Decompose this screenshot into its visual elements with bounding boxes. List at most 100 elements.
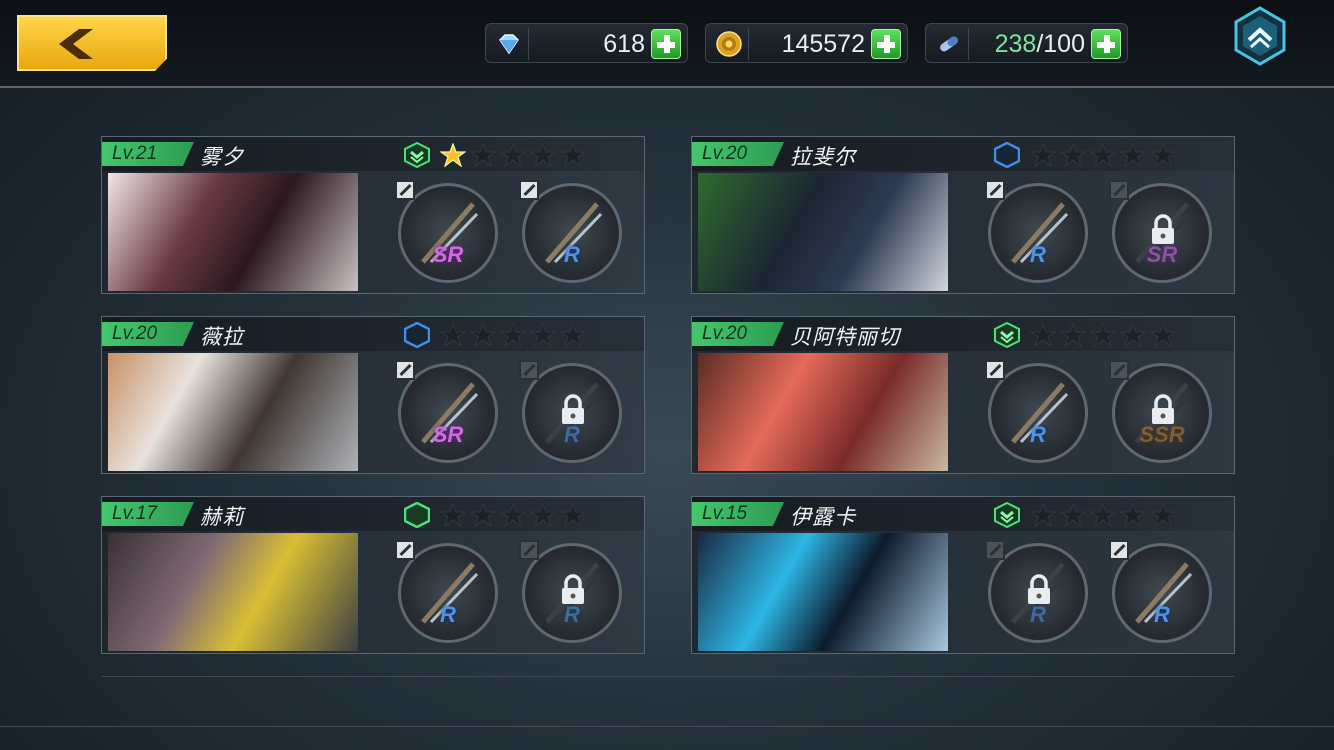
rank-icon — [994, 142, 1020, 168]
back-button[interactable] — [17, 15, 167, 71]
weapon-slot[interactable]: R — [519, 360, 622, 463]
star-icon — [1030, 323, 1056, 347]
star-icon — [530, 323, 556, 347]
character-portrait — [698, 173, 948, 291]
weapon-slot[interactable]: R — [519, 180, 622, 283]
rarity-label: R — [564, 422, 580, 447]
weapon-slot[interactable]: SR — [1109, 180, 1212, 283]
rarity-label: R — [564, 602, 580, 627]
collapse-up-icon[interactable] — [1230, 6, 1290, 66]
rank-icon — [994, 502, 1020, 528]
rarity-label: R — [564, 242, 580, 267]
star-icon — [440, 143, 466, 167]
star-rating — [440, 323, 586, 347]
weapon-slot[interactable]: SR — [395, 180, 498, 283]
rank-icon — [404, 322, 430, 348]
character-name: 薇拉 — [200, 326, 244, 349]
star-icon — [1120, 143, 1146, 167]
character-card[interactable]: Lv.17 赫莉 R R — [101, 496, 645, 654]
weapon-slot[interactable]: SR — [395, 360, 498, 463]
diamond-count: 618 — [603, 30, 645, 58]
character-card[interactable]: Lv.20 薇拉 SR R — [101, 316, 645, 474]
star-icon — [1120, 323, 1146, 347]
star-rating — [440, 143, 586, 167]
character-card[interactable]: Lv.21 雾夕 SR R — [101, 136, 645, 294]
weapon-slot[interactable]: R — [395, 540, 498, 643]
weapon-slot[interactable]: R — [985, 360, 1088, 463]
star-icon — [560, 323, 586, 347]
star-icon — [500, 143, 526, 167]
weapon-slot[interactable]: SSR — [1109, 360, 1212, 463]
character-card[interactable]: Lv.20 贝阿特丽切 R SSR — [691, 316, 1235, 474]
top-bar: 618 145572 238/100 — [0, 0, 1334, 88]
add-diamond-button[interactable] — [651, 29, 681, 59]
character-portrait — [108, 353, 358, 471]
coin-resource: 145572 — [705, 23, 908, 63]
rank-icon — [404, 142, 430, 168]
level-badge: Lv.20 — [692, 322, 784, 346]
star-rating — [1030, 503, 1176, 527]
rarity-label: R — [1154, 602, 1170, 627]
star-icon — [470, 323, 496, 347]
star-icon — [1030, 143, 1056, 167]
star-icon — [470, 503, 496, 527]
rank-icon — [404, 502, 430, 528]
character-card[interactable]: Lv.20 拉斐尔 R SR — [691, 136, 1235, 294]
star-icon — [440, 503, 466, 527]
level-badge: Lv.20 — [102, 322, 194, 346]
coin-icon — [716, 31, 742, 57]
rarity-label: SR — [1146, 242, 1178, 267]
stamina-icon — [940, 36, 958, 52]
character-name: 雾夕 — [200, 146, 244, 169]
rarity-label: SR — [432, 242, 464, 267]
rarity-label: R — [1030, 422, 1046, 447]
diamond-icon — [499, 34, 519, 55]
level-badge: Lv.21 — [102, 142, 194, 166]
star-icon — [1060, 503, 1086, 527]
character-portrait — [108, 173, 358, 291]
star-icon — [1060, 143, 1086, 167]
star-icon — [1150, 143, 1176, 167]
rarity-label: R — [1030, 242, 1046, 267]
rarity-label: R — [440, 602, 456, 627]
star-icon — [530, 143, 556, 167]
character-card[interactable]: Lv.15 伊露卡 R R — [691, 496, 1235, 654]
chevron-left-icon — [59, 29, 93, 59]
add-stamina-button[interactable] — [1091, 29, 1121, 59]
rank-icon — [994, 322, 1020, 348]
add-coin-button[interactable] — [871, 29, 901, 59]
character-name: 贝阿特丽切 — [790, 326, 900, 349]
level-badge: Lv.15 — [692, 502, 784, 526]
diamond-resource: 618 — [485, 23, 688, 63]
star-icon — [1090, 143, 1116, 167]
star-icon — [500, 503, 526, 527]
star-icon — [1150, 323, 1176, 347]
star-icon — [1060, 323, 1086, 347]
stamina-resource: 238/100 — [925, 23, 1128, 63]
weapon-slot[interactable]: R — [985, 180, 1088, 283]
star-icon — [530, 503, 556, 527]
rarity-label: SSR — [1139, 422, 1185, 447]
character-name: 赫莉 — [200, 506, 244, 529]
star-rating — [440, 503, 586, 527]
coin-count: 145572 — [781, 30, 865, 58]
character-portrait — [108, 533, 358, 651]
level-badge: Lv.17 — [102, 502, 194, 526]
star-rating — [1030, 143, 1176, 167]
star-icon — [1150, 503, 1176, 527]
star-icon — [560, 503, 586, 527]
weapon-slot[interactable]: R — [985, 540, 1088, 643]
rarity-label: SR — [432, 422, 464, 447]
star-icon — [1030, 503, 1056, 527]
weapon-slot[interactable]: R — [519, 540, 622, 643]
level-badge: Lv.20 — [692, 142, 784, 166]
star-icon — [440, 323, 466, 347]
stamina-count: 238/100 — [994, 30, 1085, 58]
weapon-slot[interactable]: R — [1109, 540, 1212, 643]
star-rating — [1030, 323, 1176, 347]
character-name: 拉斐尔 — [790, 146, 856, 169]
star-icon — [1090, 323, 1116, 347]
star-icon — [560, 143, 586, 167]
character-name: 伊露卡 — [790, 506, 856, 529]
rarity-label: R — [1030, 602, 1046, 627]
